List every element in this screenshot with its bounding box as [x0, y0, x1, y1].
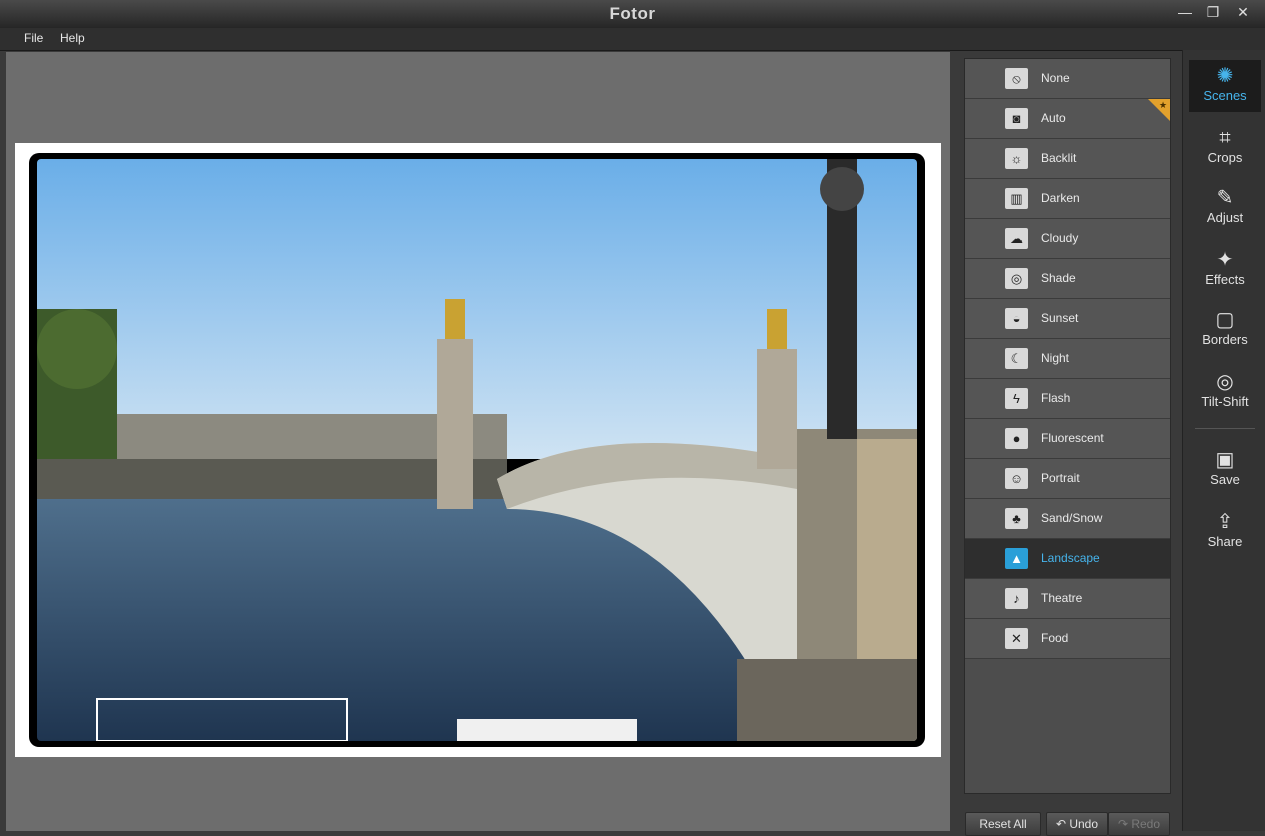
scene-label: Food: [1041, 631, 1069, 645]
tool-crops[interactable]: ⌗ Crops: [1189, 122, 1261, 174]
shade-icon: ◎: [1005, 268, 1028, 289]
scene-label: Portrait: [1041, 471, 1080, 485]
scene-label: None: [1041, 71, 1070, 85]
scene-portrait[interactable]: ☺ Portrait: [965, 459, 1170, 499]
share-button[interactable]: ⇪ Share: [1189, 506, 1261, 558]
redo-button[interactable]: ↷ Redo: [1108, 812, 1170, 836]
tool-tilt-shift[interactable]: ◎ Tilt-Shift: [1189, 366, 1261, 418]
cloud-icon: ☁: [1005, 228, 1028, 249]
tool-label: Crops: [1207, 150, 1243, 165]
scene-label: Cloudy: [1041, 231, 1079, 245]
scene-label: Backlit: [1041, 151, 1077, 165]
scene-landscape[interactable]: ▲ Landscape: [965, 539, 1170, 579]
menu-help[interactable]: Help: [60, 31, 85, 45]
menu-bar: File Help: [0, 28, 1265, 51]
portrait-icon: ☺: [1005, 468, 1028, 489]
backlit-icon: ☼: [1005, 148, 1028, 169]
tool-label: Share: [1207, 534, 1243, 549]
tool-label: Adjust: [1206, 210, 1244, 225]
star-icon: ★: [1159, 100, 1168, 110]
sun-icon: ✺: [1216, 65, 1234, 87]
window-title: Fotor: [609, 4, 656, 23]
menu-file[interactable]: File: [24, 31, 43, 45]
tool-scenes[interactable]: ✺ Scenes: [1189, 60, 1261, 112]
sunset-icon: ◒: [1005, 308, 1028, 329]
save-button[interactable]: ▣ Save: [1189, 444, 1261, 496]
divider: [1195, 428, 1255, 429]
scene-sunset[interactable]: ◒ Sunset: [965, 299, 1170, 339]
pencil-icon: ✎: [1216, 187, 1234, 209]
scene-label: Auto: [1041, 111, 1066, 125]
sparkle-icon: ✦: [1216, 249, 1234, 271]
photo-frame: [15, 143, 941, 757]
tool-sidebar: ✺ Scenes ⌗ Crops ✎ Adjust ✦ Effects ▢ Bo…: [1182, 50, 1265, 831]
photo-image: [37, 159, 917, 741]
tool-label: Scenes: [1203, 88, 1247, 103]
border-icon: ▢: [1215, 309, 1235, 331]
title-bar: Fotor — ❐ ✕: [0, 0, 1265, 29]
minimize-button[interactable]: —: [1172, 2, 1198, 22]
scene-label: Flash: [1041, 391, 1071, 405]
tool-label: Save: [1210, 472, 1240, 487]
scene-theatre[interactable]: ♪ Theatre: [965, 579, 1170, 619]
tilt-shift-icon: ◎: [1216, 371, 1234, 393]
scene-night[interactable]: ☾ Night: [965, 339, 1170, 379]
none-icon: ⦸: [1005, 68, 1028, 89]
guitar-icon: ♪: [1005, 588, 1028, 609]
scene-cloudy[interactable]: ☁ Cloudy: [965, 219, 1170, 259]
maximize-button[interactable]: ❐: [1200, 2, 1226, 22]
share-icon: ⇪: [1216, 511, 1234, 533]
flash-icon: ϟ: [1005, 388, 1028, 409]
scene-none[interactable]: ⦸ None: [965, 59, 1170, 99]
undo-button[interactable]: ↶ Undo: [1046, 812, 1108, 836]
photo: [29, 153, 925, 747]
scene-label: Sunset: [1041, 311, 1079, 325]
scene-flash[interactable]: ϟ Flash: [965, 379, 1170, 419]
camera-icon: ◙: [1005, 108, 1028, 129]
scene-backlit[interactable]: ☼ Backlit: [965, 139, 1170, 179]
new-badge: ★: [1148, 99, 1170, 121]
scene-sand-snow[interactable]: ♣ Sand/Snow: [965, 499, 1170, 539]
scene-fluorescent[interactable]: ● Fluorescent: [965, 419, 1170, 459]
tool-borders[interactable]: ▢ Borders: [1189, 304, 1261, 356]
bulb-icon: ●: [1005, 428, 1028, 449]
utensils-icon: ✕: [1005, 628, 1028, 649]
tool-effects[interactable]: ✦ Effects: [1189, 244, 1261, 296]
save-icon: ▣: [1215, 449, 1235, 471]
tool-label: Tilt-Shift: [1201, 394, 1249, 409]
scene-label: Sand/Snow: [1041, 511, 1103, 525]
landscape-icon: ▲: [1005, 548, 1028, 569]
scene-label: Shade: [1041, 271, 1076, 285]
scene-darken[interactable]: ▥ Darken: [965, 179, 1170, 219]
photo-illustration: [37, 159, 917, 741]
scene-auto[interactable]: ◙ Auto ★: [965, 99, 1170, 139]
scene-label: Darken: [1041, 191, 1080, 205]
tool-label: Effects: [1205, 272, 1245, 287]
reset-all-button[interactable]: Reset All: [965, 812, 1041, 836]
tool-label: Borders: [1202, 332, 1248, 347]
scene-label: Night: [1041, 351, 1070, 365]
darken-icon: ▥: [1005, 188, 1028, 209]
scene-label: Theatre: [1041, 591, 1083, 605]
tool-adjust[interactable]: ✎ Adjust: [1189, 182, 1261, 234]
crop-icon: ⌗: [1219, 127, 1231, 149]
scene-food[interactable]: ✕ Food: [965, 619, 1170, 659]
scene-shade[interactable]: ◎ Shade: [965, 259, 1170, 299]
moon-icon: ☾: [1005, 348, 1028, 369]
scenes-panel: ⦸ None ◙ Auto ★ ☼ Backlit ▥ Darken ☁ Clo…: [964, 58, 1171, 794]
scene-label: Fluorescent: [1041, 431, 1104, 445]
close-button[interactable]: ✕: [1230, 2, 1256, 22]
palm-tree-icon: ♣: [1005, 508, 1028, 529]
scene-label: Landscape: [1041, 551, 1100, 565]
